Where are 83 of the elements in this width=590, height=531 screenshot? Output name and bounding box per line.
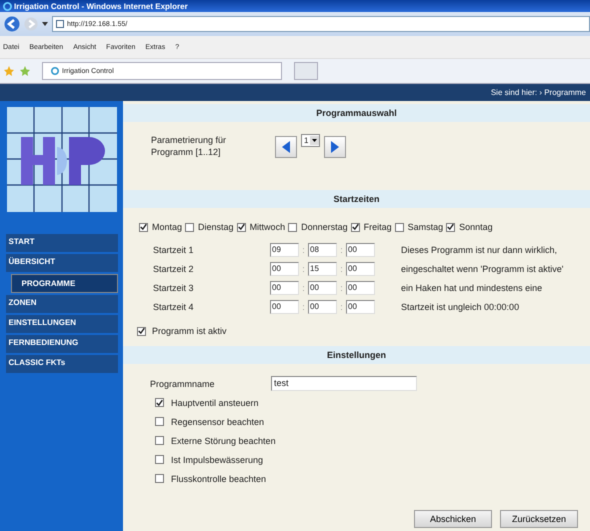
- field-label: Startzeit 4: [153, 302, 195, 312]
- checkbox[interactable]: [155, 398, 164, 407]
- checkbox[interactable]: [236, 222, 246, 232]
- program-dropdown[interactable]: 1: [301, 134, 320, 147]
- separator: :: [339, 282, 344, 292]
- nav-item[interactable]: FERNBEDIENUNG: [6, 335, 118, 353]
- second-field[interactable]: 00: [346, 262, 375, 276]
- checkbox-label: Donnerstag: [301, 222, 348, 232]
- nav-item[interactable]: CLASSIC FKTs: [6, 355, 118, 373]
- hour-field[interactable]: 09: [270, 242, 299, 256]
- field-label: Programmname: [150, 378, 216, 388]
- page-icon: [56, 20, 64, 28]
- star-icon[interactable]: [4, 66, 14, 76]
- hint-text: Startzeit ist ungleich 00:00:00: [401, 302, 520, 312]
- checkbox[interactable]: [446, 222, 456, 232]
- checkbox[interactable]: [137, 326, 146, 336]
- separator: :: [301, 282, 306, 292]
- nav-item[interactable]: ÜBERSICHT: [6, 254, 118, 272]
- checkbox-label: Samstag: [408, 222, 444, 232]
- checkbox[interactable]: [350, 222, 360, 232]
- separator: :: [339, 302, 344, 312]
- hint-text: ein Haken hat und mindestens eine: [401, 282, 542, 292]
- checkbox-label: Montag: [152, 222, 182, 232]
- window-title: Irrigation Control - Windows Internet Explorer: [14, 2, 188, 10]
- checkbox[interactable]: [155, 455, 164, 464]
- name-field[interactable]: test: [271, 376, 417, 391]
- checkbox-label: Mittwoch: [250, 222, 286, 232]
- previous-button[interactable]: [275, 136, 297, 158]
- next-button[interactable]: [324, 136, 346, 158]
- separator: :: [339, 244, 344, 254]
- section-heading: Einstellungen: [123, 346, 590, 364]
- checkbox-label: Regensensor beachten: [171, 416, 264, 426]
- checkbox-label: Ist Impulsbewässerung: [171, 454, 264, 464]
- breadcrumb: Sie sind hier: › Programme: [490, 88, 586, 97]
- left-arrow-icon: [282, 141, 290, 153]
- section-heading: Startzeiten: [123, 190, 590, 208]
- nav-item[interactable]: EINSTELLUNGEN: [6, 315, 118, 333]
- separator: :: [301, 244, 306, 254]
- checkbox-label: Sonntag: [459, 222, 493, 232]
- hour-field[interactable]: 00: [270, 262, 299, 276]
- checkbox[interactable]: [155, 436, 164, 445]
- field-label: Startzeit 1: [153, 244, 195, 254]
- field-label: Startzeit 2: [153, 264, 195, 274]
- minute-field[interactable]: 15: [308, 262, 337, 276]
- field-label: Startzeit 3: [153, 282, 195, 292]
- field-label: Parametrierung für Programm [1..12]: [151, 134, 228, 158]
- separator: :: [301, 302, 306, 312]
- checkbox[interactable]: [185, 222, 194, 232]
- nav-item[interactable]: PROGRAMME: [10, 274, 118, 293]
- hour-field[interactable]: 00: [270, 280, 299, 294]
- second-field[interactable]: 00: [346, 242, 375, 256]
- checkbox-label: Programm ist aktiv: [152, 326, 227, 336]
- checkbox[interactable]: [155, 417, 164, 426]
- minute-field[interactable]: 00: [308, 280, 337, 294]
- hint-text: eingeschaltet wenn 'Programm ist aktive': [401, 264, 564, 274]
- hour-field[interactable]: 00: [270, 300, 299, 314]
- second-field[interactable]: 00: [346, 280, 375, 294]
- checkbox-label: Dienstag: [198, 222, 234, 232]
- dropdown-icon: [310, 136, 320, 145]
- checkbox-label: Hauptventil ansteuern: [171, 398, 259, 408]
- browser-icon: [51, 67, 59, 75]
- separator: :: [339, 264, 344, 274]
- checkbox[interactable]: [394, 222, 404, 232]
- minute-field[interactable]: 00: [308, 300, 337, 314]
- section-heading: Programmauswahl: [123, 104, 590, 122]
- checkbox-label: Externe Störung beachten: [171, 436, 276, 446]
- checkbox[interactable]: [288, 222, 298, 232]
- checkbox-label: Freitag: [364, 222, 392, 232]
- checkbox-label: Flusskontrolle beachten: [171, 474, 266, 484]
- second-field[interactable]: 00: [346, 300, 375, 314]
- back-icon[interactable]: [4, 16, 20, 32]
- dropdown-icon[interactable]: [42, 22, 48, 26]
- hint-text: Dieses Programm ist nur dann wirklich,: [401, 244, 558, 254]
- form-button[interactable]: Zurücksetzen: [500, 510, 578, 528]
- nav-item[interactable]: ZONEN: [6, 295, 118, 313]
- nav-item[interactable]: START: [6, 234, 118, 252]
- form-button[interactable]: Abschicken: [414, 510, 492, 528]
- checkbox[interactable]: [139, 222, 148, 232]
- checkbox[interactable]: [155, 474, 164, 483]
- browser-icon: [3, 2, 12, 10]
- separator: :: [301, 264, 306, 274]
- minute-field[interactable]: 08: [308, 242, 337, 256]
- right-arrow-icon: [331, 141, 340, 153]
